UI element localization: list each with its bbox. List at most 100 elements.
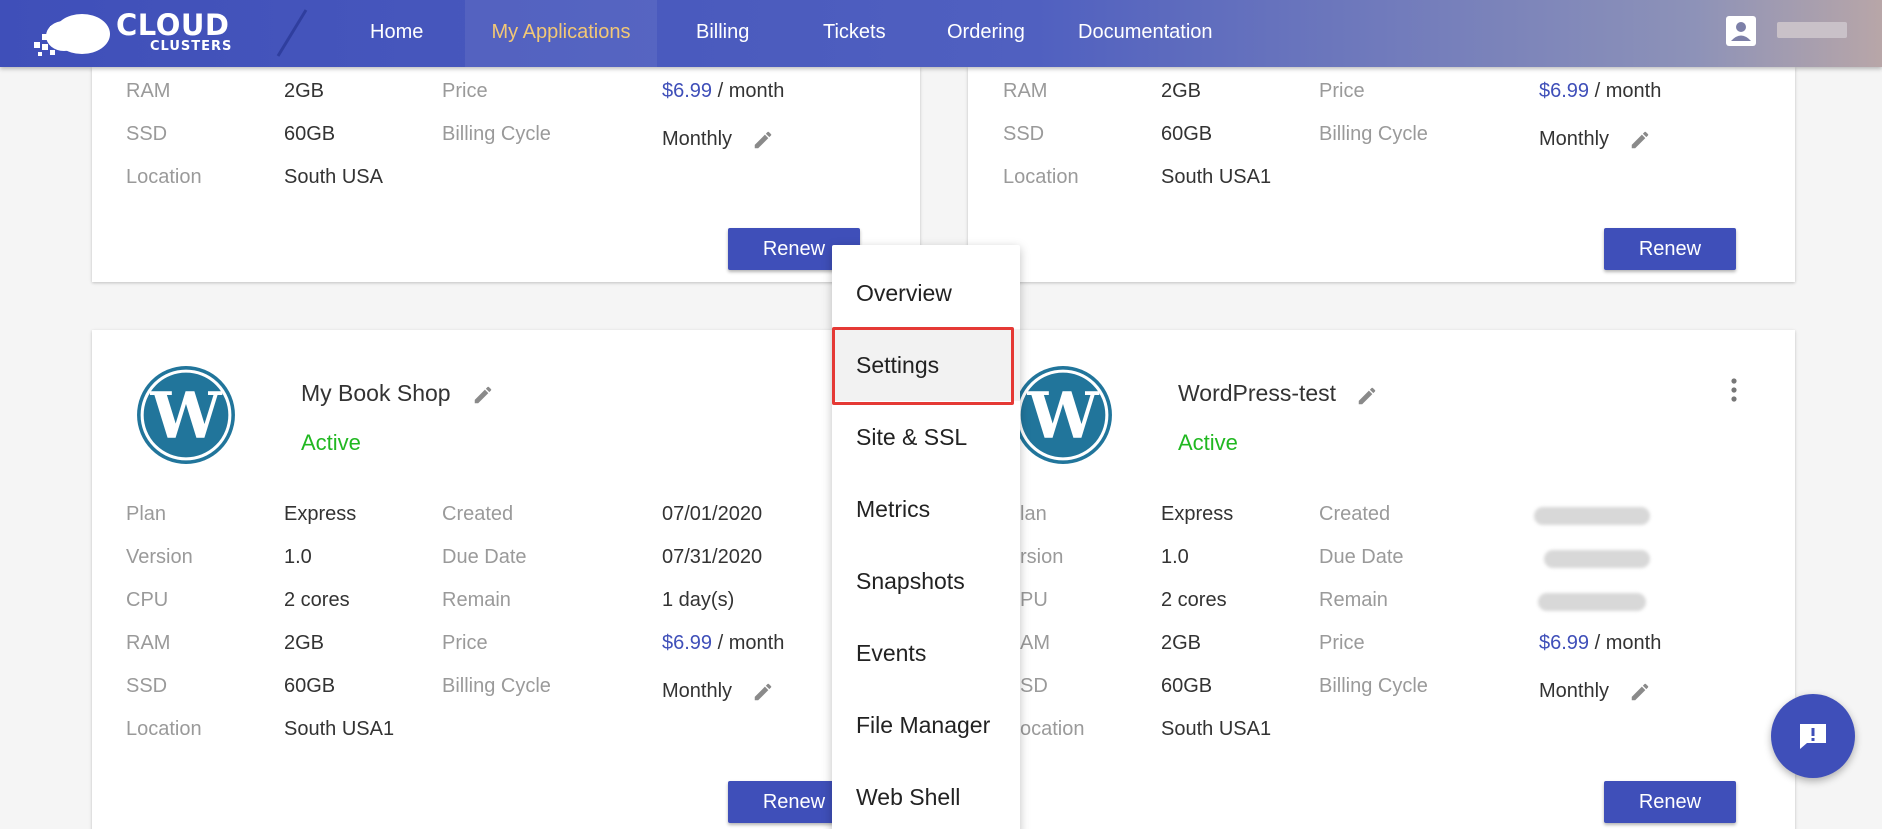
plan-label: Plan xyxy=(126,503,167,525)
user-name-redacted[interactable] xyxy=(1777,22,1847,38)
app-card-top-right: RAM 2GB SSD 60GB Location South USA1 Pri… xyxy=(968,67,1795,282)
status-badge: Active xyxy=(1178,430,1238,455)
location-label: Location xyxy=(126,166,202,188)
location-label-partial: ocation xyxy=(1020,718,1085,740)
remain-value-redacted xyxy=(1538,593,1646,611)
remain-label: Remain xyxy=(1319,589,1388,611)
remain-value: 1 day(s) xyxy=(662,589,735,611)
billing-cycle-label: Billing Cycle xyxy=(442,675,551,697)
billing-cycle-value: Monthly xyxy=(1539,128,1610,150)
created-value: 07/01/2020 xyxy=(662,503,763,525)
location-value: South USA1 xyxy=(1161,718,1272,740)
ssd-label: SSD xyxy=(1003,123,1045,145)
plan-label-partial: lan xyxy=(1020,503,1047,525)
ssd-label: SSD xyxy=(126,123,168,145)
ram-value: 2GB xyxy=(284,632,325,654)
price-period: / month xyxy=(1594,80,1662,102)
cpu-label: CPU xyxy=(126,589,169,611)
edit-app-name-icon[interactable] xyxy=(472,384,494,406)
due-date-label: Due Date xyxy=(442,546,527,568)
cpu-label-partial: PU xyxy=(1020,589,1048,611)
ssd-value: 60GB xyxy=(284,123,336,145)
price-label: Price xyxy=(442,80,488,102)
location-label: Location xyxy=(126,718,202,740)
billing-cycle-label: Billing Cycle xyxy=(442,123,551,145)
ssd-value: 60GB xyxy=(1161,123,1213,145)
edit-billing-cycle-icon[interactable] xyxy=(752,681,774,703)
edit-billing-cycle-icon[interactable] xyxy=(752,129,774,151)
ram-value: 2GB xyxy=(1161,80,1202,102)
nav-billing[interactable]: Billing xyxy=(696,0,749,67)
remain-label: Remain xyxy=(442,589,511,611)
price-value: $6.99 / month xyxy=(1539,632,1661,655)
wordpress-logo-icon: W xyxy=(1014,366,1112,464)
svg-text:W: W xyxy=(149,378,222,452)
billing-cycle-label: Billing Cycle xyxy=(1319,675,1428,697)
top-navbar: CLOUD CLUSTERS Home My Applications Bill… xyxy=(0,0,1882,67)
ram-label: RAM xyxy=(1003,80,1048,102)
chat-button[interactable] xyxy=(1771,694,1855,778)
ram-label-partial: AM xyxy=(1020,632,1050,654)
nav-documentation[interactable]: Documentation xyxy=(1078,0,1213,67)
logo-text-cloud: CLOUD xyxy=(116,8,230,42)
location-label: Location xyxy=(1003,166,1079,188)
nav-divider-icon xyxy=(276,9,308,57)
version-value: 1.0 xyxy=(284,546,312,568)
price-value: $6.99 / month xyxy=(662,80,784,103)
billing-cycle-value: Monthly xyxy=(662,680,733,702)
edit-billing-cycle-icon[interactable] xyxy=(1629,129,1651,151)
ram-label: RAM xyxy=(126,80,171,102)
edit-app-name-icon[interactable] xyxy=(1356,385,1378,407)
cloud-logo-icon xyxy=(34,14,110,56)
billing-cycle-label: Billing Cycle xyxy=(1319,123,1428,145)
nav-ordering[interactable]: Ordering xyxy=(947,0,1025,67)
menu-item-web-shell[interactable]: Web Shell xyxy=(832,761,1020,829)
billing-cycle-value: Monthly xyxy=(1539,680,1610,702)
app-name: WordPress-test xyxy=(1178,380,1337,406)
ram-label: RAM xyxy=(126,632,171,654)
app-name: My Book Shop xyxy=(301,380,451,406)
price-period: / month xyxy=(1594,632,1662,654)
price-amount: $6.99 xyxy=(662,632,713,654)
chat-alert-icon xyxy=(1800,724,1826,749)
nav-my-applications[interactable]: My Applications xyxy=(465,0,657,67)
cloud-clusters-logo[interactable]: CLOUD CLUSTERS xyxy=(34,6,244,58)
price-value: $6.99 / month xyxy=(1539,80,1661,103)
ssd-label: SSD xyxy=(126,675,168,697)
version-label: Version xyxy=(126,546,193,568)
svg-text:W: W xyxy=(1026,378,1099,452)
created-label: Created xyxy=(1319,503,1391,525)
due-date-value-redacted xyxy=(1544,550,1650,568)
nav-tickets[interactable]: Tickets xyxy=(823,0,886,67)
price-amount: $6.99 xyxy=(1539,632,1590,654)
plan-value: Express xyxy=(1161,503,1234,525)
cpu-value: 2 cores xyxy=(1161,589,1227,611)
edit-billing-cycle-icon[interactable] xyxy=(1629,681,1651,703)
menu-item-file-manager[interactable]: File Manager xyxy=(832,689,1020,761)
created-label: Created xyxy=(442,503,514,525)
price-label: Price xyxy=(1319,80,1365,102)
plan-value: Express xyxy=(284,503,357,525)
ram-value: 2GB xyxy=(284,80,325,102)
ram-value: 2GB xyxy=(1161,632,1202,654)
menu-item-metrics[interactable]: Metrics xyxy=(832,473,1020,545)
location-value: South USA1 xyxy=(1161,166,1272,188)
ssd-value: 60GB xyxy=(1161,675,1213,697)
renew-button[interactable]: Renew xyxy=(1604,781,1736,823)
app-card-my-book-shop: W My Book Shop Active Plan Express Versi… xyxy=(92,330,920,829)
nav-home[interactable]: Home xyxy=(370,0,423,67)
price-value: $6.99 / month xyxy=(662,632,784,655)
user-account-icon[interactable] xyxy=(1726,16,1756,46)
menu-item-events[interactable]: Events xyxy=(832,617,1020,689)
renew-button[interactable]: Renew xyxy=(1604,228,1736,270)
price-label: Price xyxy=(442,632,488,654)
menu-item-snapshots[interactable]: Snapshots xyxy=(832,545,1020,617)
app-card-wordpress-test: W WordPress-test Active lan Express rsio… xyxy=(968,330,1795,829)
settings-highlight-box xyxy=(832,327,1014,405)
kebab-menu-icon[interactable] xyxy=(1730,377,1738,403)
ssd-value: 60GB xyxy=(284,675,336,697)
menu-item-site-ssl[interactable]: Site & SSL xyxy=(832,401,1020,473)
menu-item-overview[interactable]: Overview xyxy=(832,257,1020,329)
price-amount: $6.99 xyxy=(662,80,713,102)
due-date-value: 07/31/2020 xyxy=(662,546,763,568)
